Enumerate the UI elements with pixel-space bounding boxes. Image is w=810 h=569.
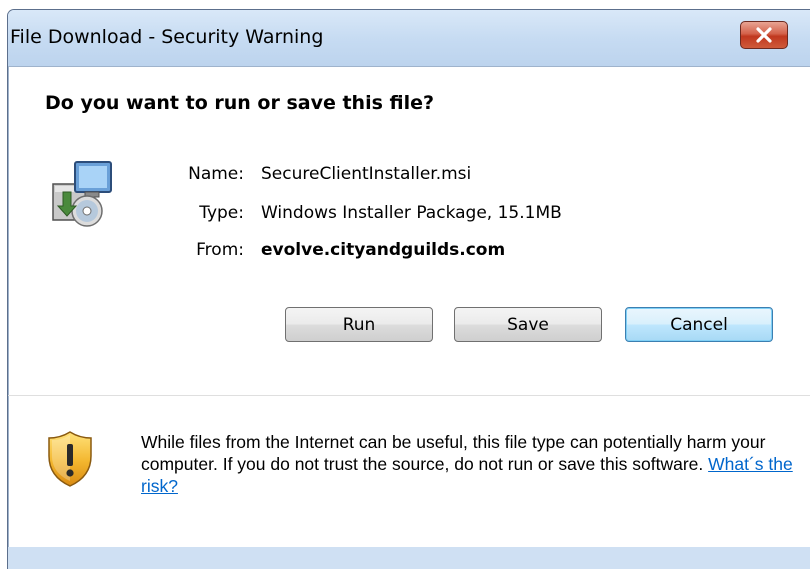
close-icon [756,27,772,43]
save-button[interactable]: Save [454,307,602,342]
from-label: From: [196,240,244,260]
installer-package-icon [52,161,112,227]
warning-text: While files from the Internet can be use… [141,432,766,474]
close-button[interactable] [740,21,788,49]
file-name-value: SecureClientInstaller.msi [261,164,472,184]
cancel-button[interactable]: Cancel [625,307,773,342]
run-button[interactable]: Run [285,307,433,342]
section-divider [8,395,810,396]
type-label: Type: [199,203,244,223]
security-warning-message: While files from the Internet can be use… [141,431,801,497]
dialog-question: Do you want to run or save this file? [45,92,435,114]
file-source-value: evolve.cityandguilds.com [261,240,506,260]
window-title: File Download - Security Warning [10,26,324,48]
file-type-value: Windows Installer Package, 15.1MB [261,203,562,223]
name-label: Name: [188,164,244,184]
security-shield-icon [48,431,92,487]
